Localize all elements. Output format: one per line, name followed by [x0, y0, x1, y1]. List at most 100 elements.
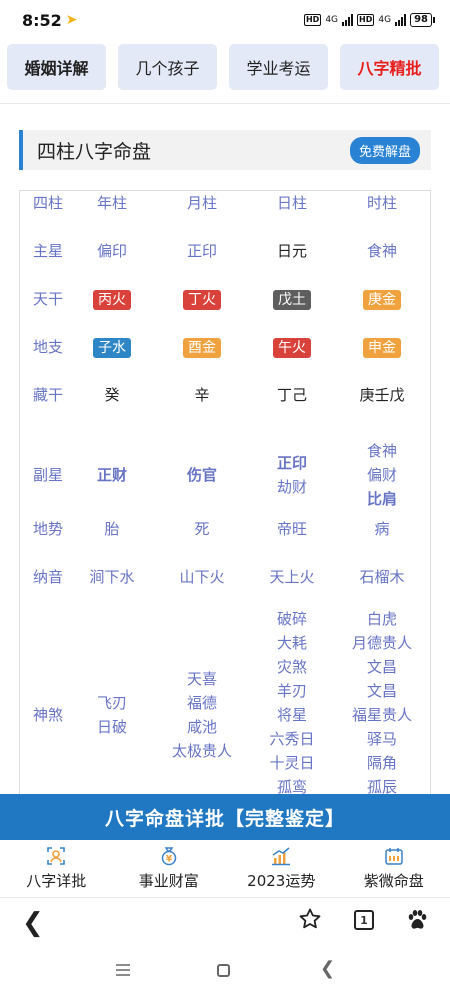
- table-row-fuxing: 副星 正财 伤官 正印 劫财 食神 偏财 比肩: [20, 439, 430, 511]
- table-header-year: 年柱: [96, 194, 127, 212]
- cell-value: 食神: [366, 242, 397, 260]
- bottom-nav: 八字详批 ¥ 事业财富 2023运势 紫微命盘: [0, 840, 450, 898]
- svg-text:¥: ¥: [166, 855, 173, 865]
- cell-value: 咸池: [186, 718, 217, 736]
- cell-value: 驿马: [366, 730, 397, 748]
- star-bookmark-icon[interactable]: [298, 907, 322, 931]
- cell-value: 福德: [186, 694, 217, 712]
- top-tabs: 婚姻详解 几个孩子 学业考运 八字精批: [0, 44, 450, 104]
- cell-stack: 天喜 福德 咸池 太极贵人: [157, 667, 247, 763]
- cell-value: 胎: [104, 520, 120, 538]
- status-time: 8:52: [22, 10, 62, 30]
- cell-value: 将星: [276, 706, 307, 724]
- nav-item-career-wealth[interactable]: ¥ 事业财富: [113, 840, 226, 897]
- element-tag: 子水: [93, 338, 131, 358]
- table-header-month: 月柱: [186, 194, 217, 212]
- cell-value: 正印: [276, 454, 307, 472]
- table-header-day: 日柱: [276, 194, 307, 212]
- cell-value: 正财: [96, 466, 127, 484]
- cell-value: 飞刃: [96, 694, 127, 712]
- nav-item-ziwei-chart[interactable]: 紫微命盘: [338, 840, 450, 897]
- cell-value: 山下火: [179, 568, 225, 586]
- cell-value: 死: [194, 520, 210, 538]
- system-back-icon[interactable]: ❮: [320, 958, 335, 979]
- status-bar: 8:52 ➤ HD 4G HD 4G 98: [0, 0, 450, 40]
- element-tag: 午火: [273, 338, 311, 358]
- hd-icon: HD: [357, 14, 375, 26]
- tab-bazi-detail[interactable]: 八字精批: [340, 44, 439, 90]
- free-analysis-button[interactable]: 免费解盘: [349, 136, 420, 164]
- tabs-count-button[interactable]: 1: [354, 910, 374, 930]
- system-nav-bar: ❮: [0, 948, 450, 1000]
- baidu-paw-icon[interactable]: [405, 908, 429, 932]
- cell-value: 十灵日: [269, 754, 315, 772]
- cell-value: 文昌: [366, 682, 397, 700]
- cell-value: 福星贵人: [351, 706, 412, 724]
- cell-value: 正印: [186, 242, 217, 260]
- cell-stack: 食神 偏财 比肩: [337, 439, 427, 511]
- bar-chart-icon: [272, 847, 291, 866]
- element-tag: 酉金: [183, 338, 221, 358]
- cell-value: 帝旺: [276, 520, 307, 538]
- nav-item-label: 事业财富: [138, 872, 199, 890]
- cell-value: 太极贵人: [171, 742, 232, 760]
- tab-study[interactable]: 学业考运: [229, 44, 328, 90]
- cell-value: 石榴木: [359, 568, 405, 586]
- back-arrow-icon[interactable]: ❮: [22, 908, 44, 938]
- menu-icon[interactable]: [116, 964, 130, 976]
- cell-value: 偏财: [366, 466, 397, 484]
- main-content: 四柱八字命盘 免费解盘 四柱 年柱 月柱 日柱 时柱 主星 偏印 正印 日元 食…: [0, 104, 450, 810]
- money-bag-icon: ¥: [161, 847, 176, 866]
- cell-value: 日破: [96, 718, 127, 736]
- table-header-hour: 时柱: [366, 194, 397, 212]
- cell-value: 隔角: [366, 754, 397, 772]
- cell-value: 灾煞: [276, 658, 307, 676]
- cell-value: 涧下水: [89, 568, 135, 586]
- hd-icon: HD: [303, 14, 322, 26]
- cell-stack: 飞刃 日破: [67, 691, 157, 739]
- bazi-chart-table: 四柱 年柱 月柱 日柱 时柱 主星 偏印 正印 日元 食神 天干 丙火 丁火 戊…: [19, 190, 431, 810]
- cell-value: 白虎: [366, 610, 397, 628]
- nav-item-bazi-detail[interactable]: 八字详批: [0, 840, 113, 897]
- cell-value: 癸: [104, 386, 120, 404]
- cell-value: 病: [374, 520, 390, 538]
- cell-value: 庚壬戊: [359, 386, 405, 404]
- cell-value: 劫财: [276, 478, 307, 496]
- tab-marriage[interactable]: 婚姻详解: [7, 44, 106, 90]
- cell-value: 天喜: [186, 670, 217, 688]
- element-tag: 庚金: [363, 290, 401, 310]
- calendar-icon: [385, 848, 403, 865]
- cell-value: 比肩: [366, 490, 397, 508]
- signal-icon: [342, 14, 354, 26]
- status-icons: HD 4G HD 4G 98: [303, 13, 435, 27]
- cell-stack: 白虎 月德贵人 文昌 文昌 福星贵人 驿马 隔角 孤辰: [337, 607, 427, 799]
- table-row-shensha: 神煞 飞刃 日破 天喜 福德 咸池 太极贵人 破碎 大耗 灾煞 羊刃 将星 六秀…: [20, 610, 430, 810]
- network-label: 4G: [378, 15, 392, 25]
- tab-children[interactable]: 几个孩子: [118, 44, 217, 90]
- cell-value: 月德贵人: [351, 634, 412, 652]
- network-label: 4G: [325, 15, 339, 25]
- cell-value: 天上火: [269, 568, 315, 586]
- nav-item-label: 紫微命盘: [363, 872, 424, 890]
- signal-icon: [395, 14, 407, 26]
- cell-value: 偏印: [96, 242, 127, 260]
- nav-item-fortune-2023[interactable]: 2023运势: [225, 840, 338, 897]
- cell-value: 破碎: [276, 610, 307, 628]
- section-title: 四柱八字命盘: [37, 140, 152, 163]
- cell-value: 羊刃: [276, 682, 307, 700]
- section-header: 四柱八字命盘 免费解盘: [19, 130, 431, 170]
- cell-value: 大耗: [276, 634, 307, 652]
- browser-toolbar: ❮ 1: [0, 898, 450, 948]
- cell-stack: 正印 劫财: [247, 451, 337, 499]
- cell-value: 食神: [366, 442, 397, 460]
- nav-item-label: 八字详批: [26, 872, 87, 890]
- battery-icon: 98: [410, 13, 435, 27]
- element-tag: 申金: [363, 338, 401, 358]
- cell-value: 文昌: [366, 658, 397, 676]
- cell-value: 辛: [194, 386, 210, 404]
- cell-value: 日元: [276, 242, 307, 260]
- detail-banner-button[interactable]: 八字命盘详批【完整鉴定】: [0, 794, 450, 840]
- home-icon[interactable]: [217, 964, 230, 977]
- cell-value: 六秀日: [269, 730, 315, 748]
- nav-item-label: 2023运势: [247, 872, 316, 890]
